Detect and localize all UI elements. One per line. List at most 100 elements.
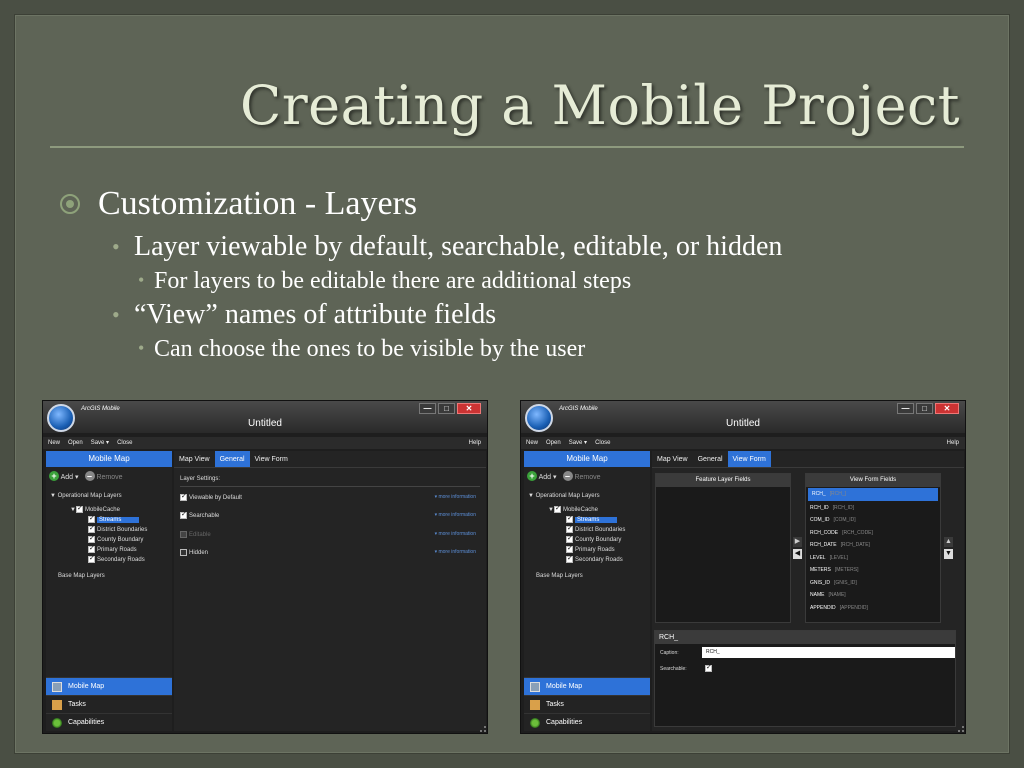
tree-operational[interactable]: ▼ Operational Map Layers	[528, 491, 650, 501]
checkbox[interactable]	[566, 514, 573, 524]
close-button[interactable]: ✕	[935, 403, 959, 414]
tree-layer-primary[interactable]: Primary Roads	[50, 544, 172, 555]
tab-general[interactable]: General	[693, 451, 728, 467]
tree-basemap[interactable]: Base Map Layers	[50, 571, 172, 581]
tree-basemap[interactable]: Base Map Layers	[528, 571, 650, 581]
more-info-link[interactable]: ▾ more information	[435, 531, 476, 537]
tree-layer-streams[interactable]: Streams	[50, 514, 172, 525]
checkbox[interactable]	[88, 524, 95, 534]
nav-mobile-map[interactable]: Mobile Map	[524, 677, 650, 695]
nav-tasks[interactable]: Tasks	[524, 695, 650, 713]
nav-label: Mobile Map	[546, 682, 583, 690]
option-searchable[interactable]: Searchable ▾ more information	[180, 510, 480, 522]
field-item[interactable]: COM_ID [COM_ID]	[806, 514, 940, 527]
menu-open[interactable]: Open	[546, 437, 561, 449]
field-item[interactable]: RCH_ [RCH_]	[808, 488, 938, 501]
field-alias: [GNIS_ID]	[834, 579, 857, 586]
field-item[interactable]: RCH_ID [RCH_ID]	[806, 502, 940, 515]
option-hidden[interactable]: Hidden ▾ more information	[180, 549, 480, 559]
tree-label: County Boundary	[97, 537, 144, 543]
maximize-button[interactable]: □	[916, 403, 933, 414]
checkbox[interactable]	[566, 524, 573, 534]
remove-layer-button[interactable]: – Remove	[562, 471, 601, 481]
more-info-link[interactable]: ▾ more information	[435, 512, 476, 518]
feature-layer-fields-panel: Feature Layer Fields	[655, 473, 791, 623]
tree-operational[interactable]: ▼ Operational Map Layers	[50, 491, 172, 501]
checkbox[interactable]	[566, 544, 573, 554]
checkbox[interactable]	[75, 504, 83, 514]
tree-label: Primary Roads	[575, 547, 615, 553]
checkbox[interactable]	[88, 514, 95, 524]
tree-layer-primary[interactable]: Primary Roads	[528, 544, 650, 555]
menu-help[interactable]: Help	[469, 437, 481, 449]
tab-view-form[interactable]: View Form	[727, 451, 771, 467]
menu-save[interactable]: Save ▾	[91, 437, 109, 449]
close-button[interactable]: ✕	[457, 403, 481, 414]
resize-grip[interactable]	[480, 726, 486, 732]
menu-close[interactable]: Close	[595, 437, 610, 449]
tree-mobilecache[interactable]: ▼MobileCache	[528, 504, 650, 515]
tree-layer-secondary[interactable]: Secondary Roads	[50, 554, 172, 565]
add-layer-button[interactable]: + Add ▾	[49, 471, 79, 481]
tree-layer-county[interactable]: County Boundary	[50, 534, 172, 545]
menu-close[interactable]: Close	[117, 437, 132, 449]
checkbox[interactable]	[88, 554, 95, 564]
move-right-icon[interactable]: ▶	[793, 537, 802, 547]
title-divider	[50, 146, 964, 148]
field-item[interactable]: APPENDID [APPENDID]	[806, 602, 940, 615]
tree-layer-secondary[interactable]: Secondary Roads	[528, 554, 650, 565]
menu-open[interactable]: Open	[68, 437, 83, 449]
tree-layer-district[interactable]: District Boundaries	[50, 524, 172, 535]
checkbox[interactable]	[88, 534, 95, 544]
checkbox[interactable]	[180, 510, 187, 519]
remove-layer-button[interactable]: – Remove	[84, 471, 123, 481]
more-info-link[interactable]: ▾ more information	[435, 549, 476, 555]
maximize-button[interactable]: □	[438, 403, 455, 414]
resize-grip[interactable]	[958, 726, 964, 732]
option-viewable[interactable]: Viewable by Default ▾ more information	[180, 492, 480, 504]
minimize-button[interactable]: —	[897, 403, 914, 414]
tab-map-view[interactable]: Map View	[174, 451, 215, 467]
app-name: ArcGIS Mobile	[81, 406, 120, 412]
tree-label: MobileCache	[562, 507, 598, 513]
menu-help[interactable]: Help	[947, 437, 959, 449]
nav-capabilities[interactable]: Capabilities	[46, 713, 172, 731]
field-item[interactable]: METERS [METERS]	[806, 564, 940, 577]
tree-layer-county[interactable]: County Boundary	[528, 534, 650, 545]
checkbox[interactable]	[180, 549, 187, 556]
tree-layer-district[interactable]: District Boundaries	[528, 524, 650, 535]
move-down-icon[interactable]: ▼	[944, 549, 953, 559]
map-icon	[52, 681, 62, 692]
move-left-icon[interactable]: ◀	[793, 549, 802, 559]
tree-layer-streams[interactable]: Streams	[528, 514, 650, 525]
checkbox[interactable]	[566, 554, 573, 564]
minimize-button[interactable]: —	[419, 403, 436, 414]
tree-label: County Boundary	[575, 537, 622, 543]
more-info-link[interactable]: ▾ more information	[435, 494, 476, 500]
menu-new[interactable]: New	[526, 437, 538, 449]
tree-mobilecache[interactable]: ▼MobileCache	[50, 504, 172, 515]
tab-view-form[interactable]: View Form	[250, 451, 293, 467]
checkbox[interactable]	[566, 534, 573, 544]
move-up-icon[interactable]: ▲	[944, 537, 953, 547]
checkbox[interactable]	[180, 492, 187, 501]
searchable-checkbox[interactable]	[705, 663, 712, 672]
menu-save[interactable]: Save ▾	[569, 437, 587, 449]
checkbox[interactable]	[88, 544, 95, 554]
window-controls: — □ ✕	[897, 403, 959, 414]
nav-tasks[interactable]: Tasks	[46, 695, 172, 713]
bullet-level3: • Can choose the ones to be visible by th…	[60, 334, 940, 364]
menu-new[interactable]: New	[48, 437, 60, 449]
checkbox[interactable]	[553, 504, 561, 514]
field-item[interactable]: GNIS_ID [GNIS_ID]	[806, 577, 940, 590]
field-item[interactable]: RCH_CODE [RCH_CODE]	[806, 527, 940, 540]
field-item[interactable]: LEVEL [LEVEL]	[806, 552, 940, 565]
nav-capabilities[interactable]: Capabilities	[524, 713, 650, 731]
field-item[interactable]: NAME [NAME]	[806, 589, 940, 602]
tab-map-view[interactable]: Map View	[652, 451, 693, 467]
tab-general[interactable]: General	[214, 451, 250, 467]
nav-mobile-map[interactable]: Mobile Map	[46, 677, 172, 695]
caption-input[interactable]: RCH_	[702, 647, 955, 658]
field-item[interactable]: RCH_DATE [RCH_DATE]	[806, 539, 940, 552]
add-layer-button[interactable]: + Add ▾	[527, 471, 557, 481]
